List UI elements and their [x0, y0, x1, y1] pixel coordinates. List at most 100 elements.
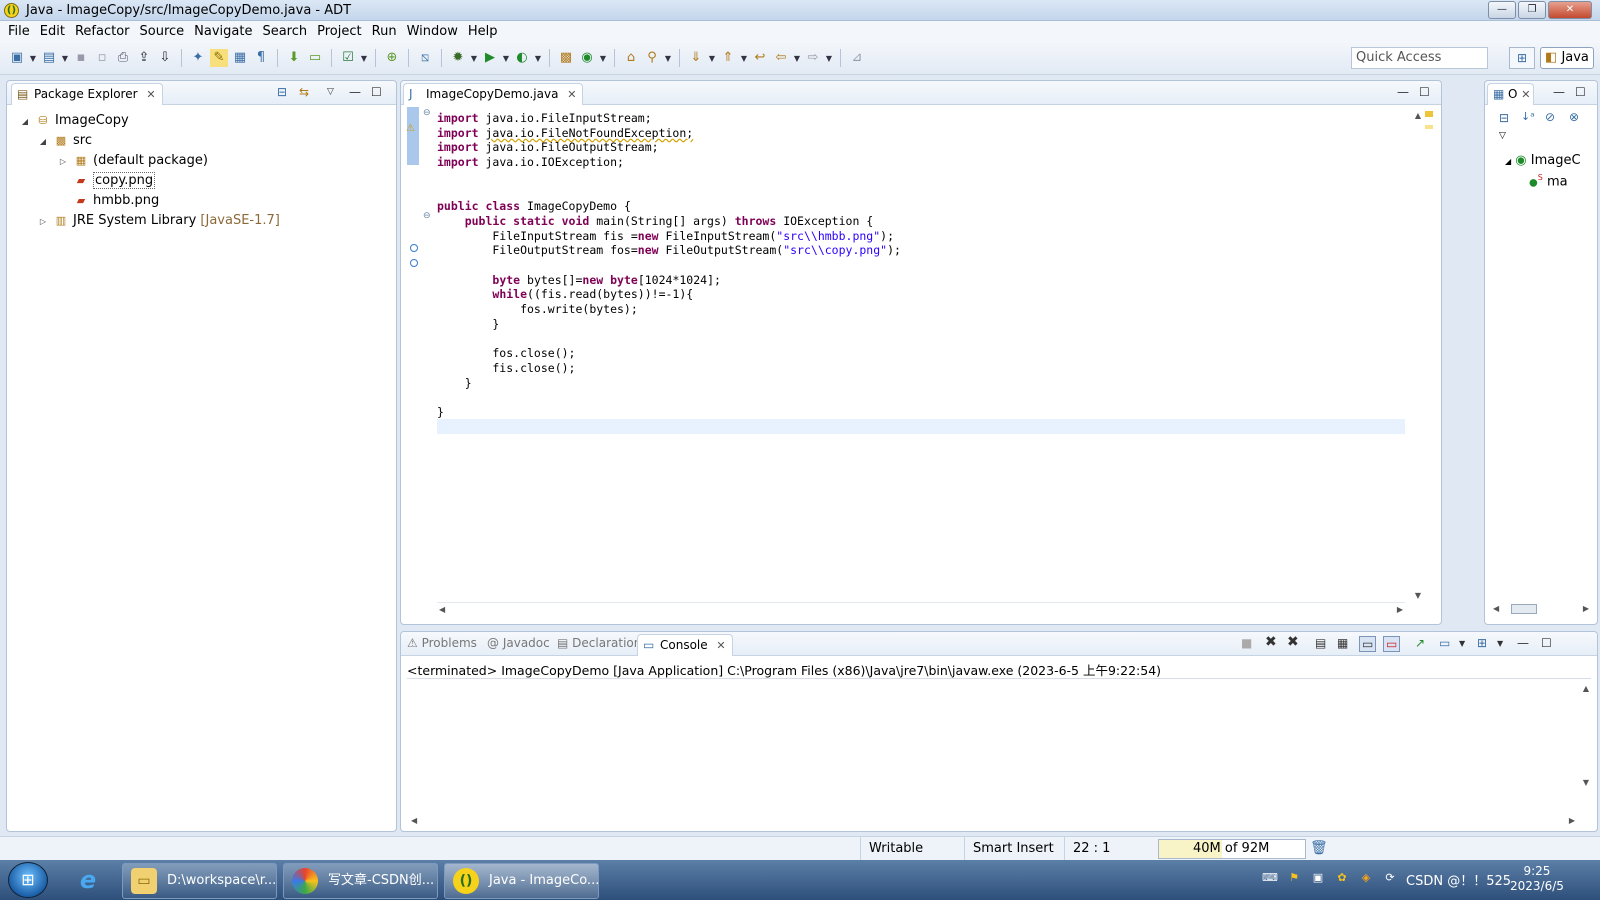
terminate-icon[interactable]: ■: [1241, 636, 1252, 650]
expanded-icon[interactable]: ◢: [19, 112, 31, 132]
quick-access-input[interactable]: Quick Access: [1351, 47, 1488, 69]
new-dropdown-icon[interactable]: ▼: [29, 54, 37, 63]
open-console-dropdown-icon[interactable]: ▼: [1497, 639, 1503, 648]
back-icon[interactable]: ⇦: [772, 49, 790, 67]
scroll-left-icon[interactable]: ◀: [439, 605, 445, 614]
minimize-button[interactable]: —: [1488, 1, 1516, 19]
prev-annotation-icon[interactable]: ⇑: [719, 49, 737, 67]
app-tray-icon[interactable]: ✿: [1334, 870, 1350, 886]
marker-icon[interactable]: [410, 244, 418, 252]
scroll-left-icon[interactable]: ◀: [411, 816, 417, 825]
show-on-stdout-icon[interactable]: ▭: [1359, 636, 1377, 652]
block-selection-icon[interactable]: ▦: [231, 49, 249, 67]
run-icon[interactable]: ▶: [481, 49, 499, 67]
scroll-left-icon[interactable]: ◀: [1493, 604, 1499, 613]
export-icon[interactable]: ⇪: [135, 49, 153, 67]
warning-marker[interactable]: [1425, 111, 1433, 117]
marker-icon[interactable]: [410, 259, 418, 267]
tab-outline[interactable]: ▦ O ✕: [1487, 83, 1535, 105]
last-edit-icon[interactable]: ↩: [751, 49, 769, 67]
prev-annotation-dropdown-icon[interactable]: ▼: [740, 54, 748, 63]
view-menu-icon[interactable]: ▽: [1499, 131, 1506, 141]
minimize-view-icon[interactable]: —: [1397, 85, 1409, 99]
android-sdk-icon[interactable]: ⬇: [285, 49, 303, 67]
network-icon[interactable]: ▣: [1310, 870, 1326, 886]
scroll-right-icon[interactable]: ▶: [1583, 604, 1589, 613]
pin-console-icon[interactable]: ↗: [1415, 636, 1425, 650]
close-tab-icon[interactable]: ✕: [567, 84, 576, 105]
menu-project[interactable]: Project: [315, 24, 369, 39]
system-clock[interactable]: 9:25 2023/6/5: [1510, 864, 1564, 894]
scroll-up-icon[interactable]: ▲: [1415, 111, 1421, 120]
mark-occurrences-icon[interactable]: ✎: [210, 49, 228, 67]
code-editor[interactable]: import java.io.FileInputStream; import j…: [437, 111, 901, 420]
tab-declaration[interactable]: ▤ Declaration: [557, 636, 641, 650]
minimize-view-icon[interactable]: —: [1553, 85, 1565, 99]
fold-imports-icon[interactable]: ⊖: [423, 108, 431, 118]
outline-hscroll[interactable]: ◀ ▶: [1491, 602, 1591, 616]
skip-breakpoints-icon[interactable]: ⧅: [416, 49, 434, 67]
scroll-right-icon[interactable]: ▶: [1397, 605, 1403, 614]
scroll-thumb[interactable]: [1511, 604, 1537, 614]
save-icon[interactable]: ▪: [72, 49, 90, 67]
forward-icon[interactable]: ⇨: [804, 49, 822, 67]
outline-item-class[interactable]: ◢ ◉ ImageC: [1505, 153, 1581, 168]
close-tab-icon[interactable]: ✕: [146, 84, 155, 105]
tree-item-src[interactable]: ◢ ▩ src: [37, 131, 92, 151]
pin-editor-icon[interactable]: ⊿: [848, 49, 866, 67]
tab-console[interactable]: ▭ Console ✕: [637, 634, 733, 656]
taskbar-item-adt[interactable]: () Java - ImageCo...: [444, 863, 599, 899]
open-perspective-icon[interactable]: ⊞: [1509, 47, 1535, 69]
minimize-view-icon[interactable]: —: [1517, 636, 1529, 650]
search-dropdown-icon[interactable]: ▼: [664, 54, 672, 63]
new-class-dropdown-icon[interactable]: ▼: [599, 54, 607, 63]
import-icon[interactable]: ⇩: [156, 49, 174, 67]
next-annotation-icon[interactable]: ⇓: [687, 49, 705, 67]
tab-imagecopydemo-java[interactable]: J ImageCopyDemo.java ✕: [403, 83, 584, 105]
debug-icon[interactable]: ✹: [449, 49, 467, 67]
lint-dropdown-icon[interactable]: ▼: [360, 54, 368, 63]
external-tools-dropdown-icon[interactable]: ▼: [534, 54, 542, 63]
scroll-down-icon[interactable]: ▼: [1583, 778, 1589, 787]
show-whitespace-icon[interactable]: ¶: [252, 49, 270, 67]
tree-item-jre[interactable]: ▷ ▥ JRE System Library [JavaSE-1.7]: [37, 211, 280, 231]
console-output[interactable]: [407, 678, 1591, 809]
remove-launch-icon[interactable]: ✖: [1265, 634, 1277, 650]
menu-search[interactable]: Search: [260, 24, 315, 39]
menu-run[interactable]: Run: [370, 24, 405, 39]
open-console-icon[interactable]: ⊞: [1477, 636, 1487, 650]
new-project-dropdown-icon[interactable]: ▼: [61, 54, 69, 63]
tab-javadoc[interactable]: @ Javadoc: [487, 636, 550, 650]
scroll-lock-icon[interactable]: ▦: [1337, 636, 1348, 650]
keyboard-icon[interactable]: ⌨: [1262, 870, 1278, 886]
collapse-all-icon[interactable]: ⊟: [1499, 111, 1509, 125]
tree-item-default-package[interactable]: ▷ ▦ (default package): [57, 151, 208, 171]
warning-icon[interactable]: ⚠: [406, 123, 415, 134]
view-menu-icon[interactable]: ▽: [327, 87, 334, 97]
sync-icon[interactable]: ⟳: [1382, 870, 1398, 886]
print-icon[interactable]: ⎙: [114, 49, 132, 67]
marker[interactable]: [1425, 125, 1433, 129]
hide-fields-icon[interactable]: ⊘: [1545, 110, 1555, 124]
menu-source[interactable]: Source: [138, 24, 193, 39]
taskbar-item-browser[interactable]: 写文章-CSDN创...: [283, 863, 438, 899]
clear-console-icon[interactable]: ▤: [1315, 636, 1326, 650]
scroll-down-icon[interactable]: ▼: [1415, 591, 1421, 600]
heap-status[interactable]: 40M of 92M: [1158, 839, 1306, 859]
close-tab-icon[interactable]: ✕: [716, 635, 725, 656]
tree-item-project[interactable]: ◢ ⛁ ImageCopy: [19, 111, 129, 131]
new-icon[interactable]: ▣: [8, 49, 26, 67]
display-console-icon[interactable]: ▭: [1439, 636, 1450, 650]
security-icon[interactable]: ◈: [1358, 870, 1374, 886]
expanded-icon[interactable]: ◢: [37, 132, 49, 152]
display-console-dropdown-icon[interactable]: ▼: [1459, 639, 1465, 648]
menu-file[interactable]: File: [6, 24, 38, 39]
menu-refactor[interactable]: Refactor: [73, 24, 138, 39]
tree-item-hmbb-png[interactable]: ▰ hmbb.png: [57, 191, 160, 211]
menu-help[interactable]: Help: [466, 24, 506, 39]
sort-icon[interactable]: ↓ᵃ: [1521, 110, 1535, 123]
menu-window[interactable]: Window: [405, 24, 466, 39]
link-editor-icon[interactable]: ⇆: [299, 85, 309, 99]
new-class-icon[interactable]: ◉: [578, 49, 596, 67]
garbage-collect-icon[interactable]: 🗑: [1310, 840, 1328, 856]
